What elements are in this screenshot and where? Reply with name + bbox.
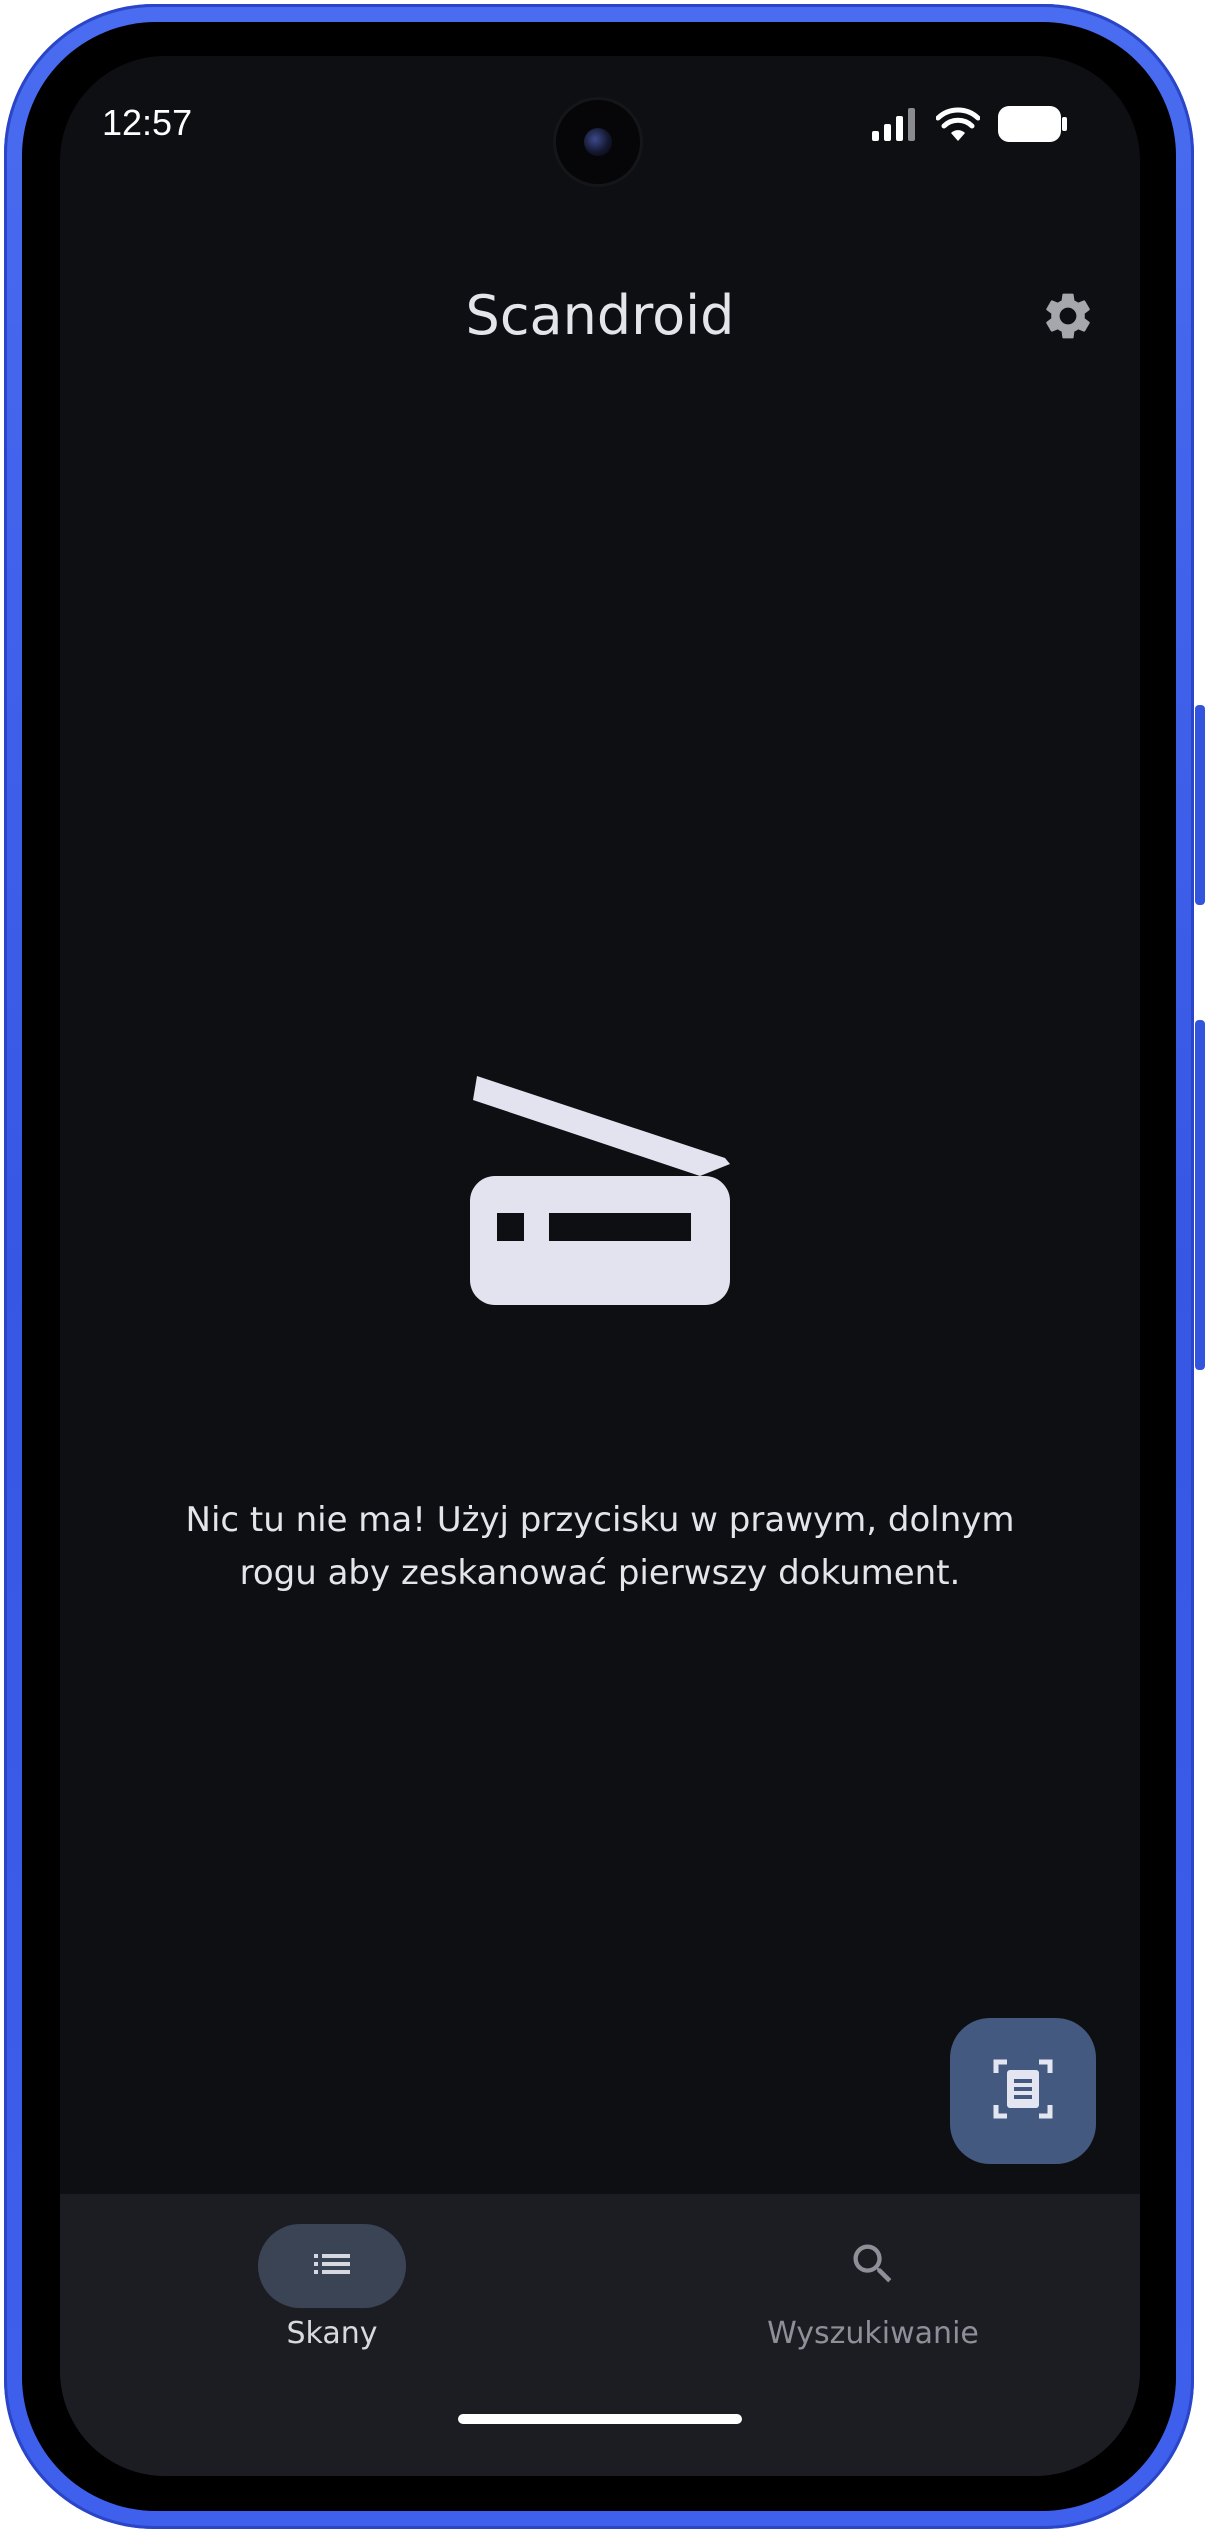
signal-icon [872, 107, 918, 145]
nav-item-search[interactable]: Wyszukiwanie [723, 2224, 1023, 2351]
top-app-bar: Scandroid [60, 256, 1140, 376]
volume-button [1195, 705, 1205, 905]
status-icons [872, 106, 1068, 146]
status-time: 12:57 [102, 102, 193, 143]
settings-button[interactable] [1036, 286, 1100, 350]
home-indicator[interactable] [458, 2414, 742, 2424]
gear-icon [1040, 288, 1096, 348]
app-screen: 12:57 Scandroid Nic tu nie ma! Użyj przy… [60, 56, 1140, 2476]
scan-document-button[interactable] [950, 2018, 1096, 2164]
wifi-icon [935, 107, 981, 145]
nav-label-scans: Skany [286, 2316, 378, 2351]
nav-icon-container [799, 2224, 947, 2308]
battery-icon [998, 106, 1068, 146]
nav-active-indicator [258, 2224, 406, 2308]
scanner-icon [465, 1076, 735, 1316]
search-icon [847, 2238, 899, 2294]
document-scanner-icon [993, 2059, 1053, 2123]
nav-label-search: Wyszukiwanie [767, 2316, 979, 2351]
status-bar: 12:57 [60, 56, 1140, 196]
bottom-navigation: Skany Wyszukiwanie [60, 2194, 1140, 2476]
phone-device: 12:57 Scandroid Nic tu nie ma! Użyj przy… [0, 0, 1205, 2535]
front-camera [556, 100, 640, 184]
power-button [1195, 1020, 1205, 1370]
nav-item-scans[interactable]: Skany [182, 2224, 482, 2351]
list-icon [308, 2240, 356, 2292]
empty-state-message: Nic tu nie ma! Użyj przycisku w prawym, … [185, 1500, 1015, 1593]
app-title: Scandroid [465, 284, 735, 347]
